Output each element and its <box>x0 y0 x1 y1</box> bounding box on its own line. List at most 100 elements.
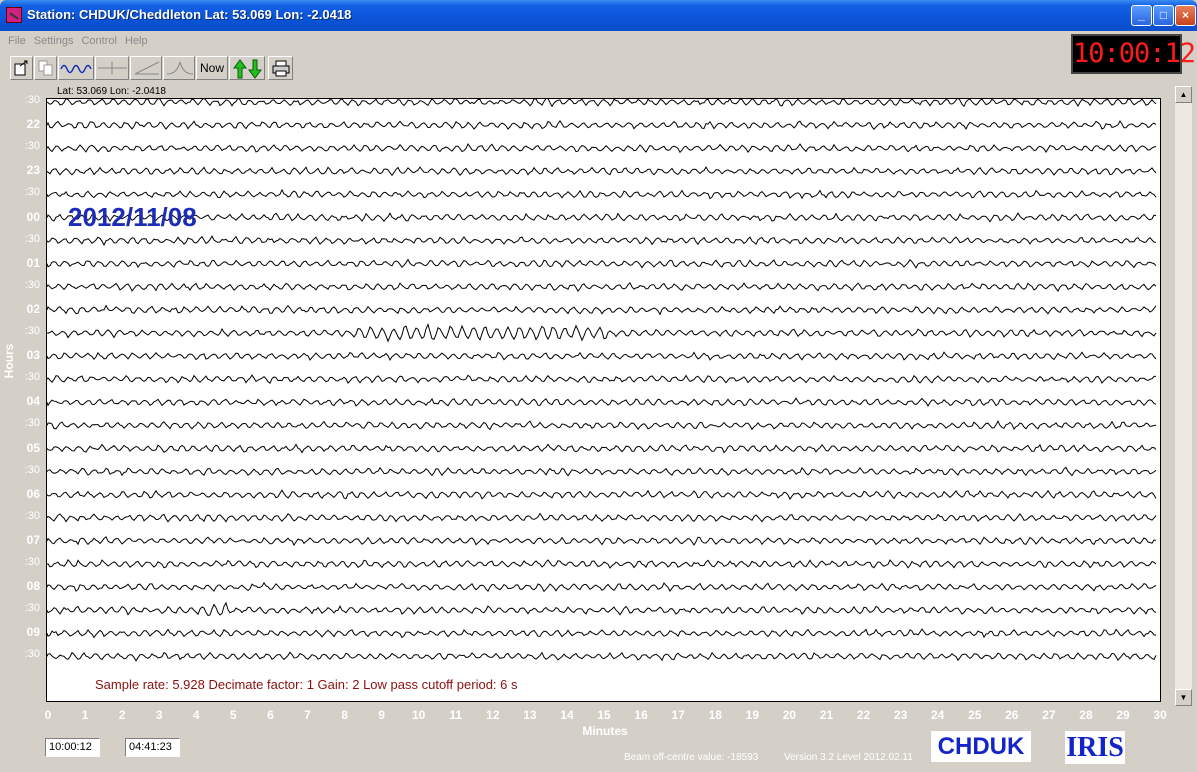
trace-line <box>46 466 1157 477</box>
plot-date: 2012/11/08 <box>68 202 197 232</box>
minute-tick: 27 <box>1042 708 1056 722</box>
trace-line <box>46 96 1157 108</box>
trace-line <box>46 581 1157 593</box>
trace-line <box>46 601 1157 617</box>
open-file-button[interactable] <box>10 56 33 80</box>
trace-line <box>46 628 1157 639</box>
trace-line <box>46 166 1157 177</box>
trace-line <box>46 212 1157 223</box>
hour-label: :30 <box>24 602 40 615</box>
trace-line <box>46 281 1157 293</box>
minute-tick: 16 <box>634 708 648 722</box>
seismogram-plot[interactable] <box>46 96 1161 702</box>
minute-tick: 9 <box>378 708 385 722</box>
y-axis-label: Hours <box>2 340 16 384</box>
minute-tick: 5 <box>230 708 237 722</box>
hour-label: 06 <box>26 486 40 501</box>
hour-label: 00 <box>26 209 40 224</box>
hour-label: 02 <box>26 301 40 316</box>
trace-line <box>46 443 1157 454</box>
minute-tick: 22 <box>856 708 871 722</box>
minute-tick: 26 <box>1005 708 1019 722</box>
trace-line <box>46 304 1157 316</box>
minute-tick: 7 <box>304 708 311 722</box>
minute-tick: 17 <box>671 708 685 722</box>
version-text: Version 3.2 Level 2012.02.11 <box>784 752 913 763</box>
menu-file[interactable]: File <box>4 33 30 49</box>
minute-tick: 2 <box>118 708 126 722</box>
trace-line <box>46 559 1157 569</box>
scroll-updown-button[interactable] <box>229 56 265 80</box>
hour-label: :30 <box>24 417 40 430</box>
pulse-filter-button[interactable] <box>95 56 129 80</box>
minute-tick: 8 <box>341 708 348 722</box>
hour-label: 03 <box>26 348 40 363</box>
minute-tick: 10 <box>412 708 426 722</box>
minute-tick: 23 <box>893 708 908 722</box>
hour-label: :30 <box>24 648 40 661</box>
ramp-icon <box>134 61 160 75</box>
printer-icon <box>272 60 290 77</box>
trace-line <box>46 188 1157 200</box>
print-button[interactable] <box>268 56 293 80</box>
app-icon[interactable] <box>6 7 22 23</box>
minute-tick: 28 <box>1079 708 1093 722</box>
menu-control[interactable]: Control <box>77 33 120 49</box>
minute-tick: 21 <box>819 708 834 722</box>
hour-label: 04 <box>26 394 40 409</box>
menu-settings[interactable]: Settings <box>30 33 78 49</box>
hour-label: :30 <box>24 556 40 568</box>
trace-line <box>46 142 1157 154</box>
scroll-down-button[interactable]: ▼ <box>1175 689 1192 706</box>
minute-tick: 12 <box>486 708 500 722</box>
hour-label: 09 <box>26 625 40 640</box>
hour-label: :30 <box>24 140 40 153</box>
minute-tick: 4 <box>192 708 200 722</box>
hour-label: 23 <box>26 163 40 178</box>
y-axis-label-text: Hours <box>2 343 16 379</box>
copy-button[interactable] <box>34 56 57 80</box>
trace-line <box>46 536 1157 547</box>
trace-line <box>46 512 1157 523</box>
beam-offset-text: Beam off-centre value: -18593 <box>624 752 759 763</box>
minute-tick: 0 <box>44 708 52 722</box>
trace-line <box>46 120 1157 131</box>
scroll-up-button[interactable]: ▲ <box>1175 86 1192 103</box>
minute-tick: 18 <box>708 708 722 722</box>
x-axis-label: Minutes <box>582 724 628 738</box>
time-field[interactable]: 10:00:12 <box>45 738 100 757</box>
trace-line <box>46 351 1157 362</box>
hour-label: :30 <box>24 371 40 384</box>
peak-icon <box>166 61 194 75</box>
copy-icon <box>38 60 53 76</box>
ramp-filter-button[interactable] <box>130 56 162 80</box>
title-bar[interactable]: Station: CHDUK/Cheddleton Lat: 53.069 Lo… <box>0 0 1197 31</box>
hour-label: 07 <box>26 532 40 547</box>
peak-filter-button[interactable] <box>163 56 195 80</box>
menu-help[interactable]: Help <box>121 33 152 49</box>
minute-tick: 14 <box>560 708 574 722</box>
now-button[interactable]: Now <box>196 56 228 80</box>
duration-field[interactable]: 04:41:23 <box>125 738 180 757</box>
hour-label: :30 <box>24 509 40 522</box>
trace-line <box>46 374 1157 384</box>
vertical-scrollbar[interactable]: ▲ ▼ <box>1175 86 1192 706</box>
minute-tick: 3 <box>155 708 163 722</box>
hour-label: :30 <box>24 463 40 476</box>
trace-mode-button[interactable] <box>58 56 94 80</box>
trace-line <box>46 489 1157 501</box>
minimize-button[interactable]: _ <box>1131 5 1152 26</box>
minute-tick: 19 <box>745 708 759 722</box>
digital-clock: 10:00:12 <box>1071 34 1196 74</box>
minute-tick: 6 <box>267 708 274 722</box>
trace-line <box>46 419 1157 431</box>
open-file-icon <box>14 60 28 76</box>
plot-latlon: Lat: 53.069 Lon: -2.0418 <box>57 86 166 97</box>
minute-tick: 15 <box>597 708 611 722</box>
minute-tick: 25 <box>968 708 982 722</box>
minute-tick: 30 <box>1153 708 1167 722</box>
close-button[interactable]: × <box>1175 5 1196 26</box>
seismogram-traces <box>46 96 1157 662</box>
window-title: Station: CHDUK/Cheddleton Lat: 53.069 Lo… <box>27 7 352 22</box>
maximize-button[interactable]: □ <box>1153 5 1174 26</box>
